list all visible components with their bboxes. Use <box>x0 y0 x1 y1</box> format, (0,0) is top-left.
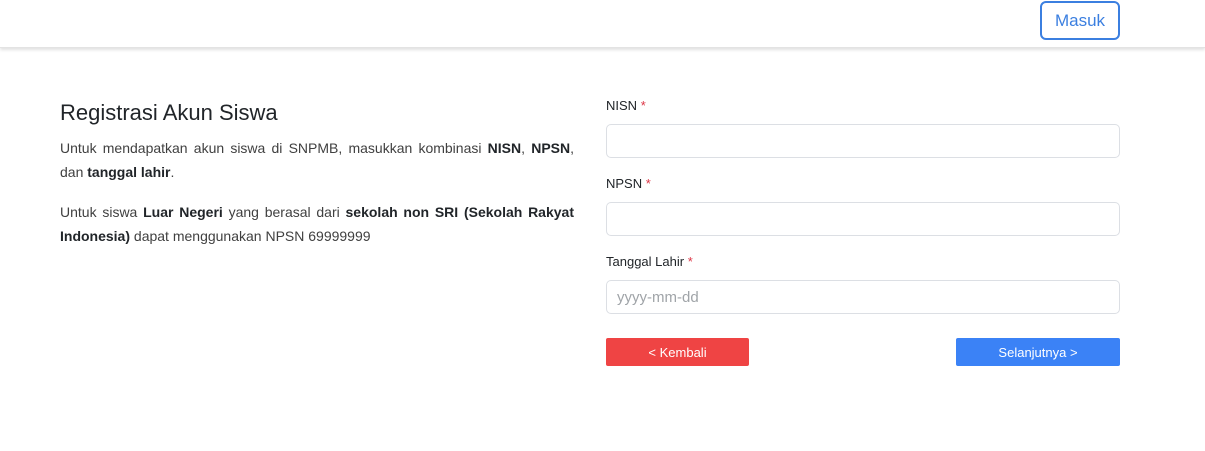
next-button[interactable]: Selanjutnya > <box>956 338 1120 366</box>
npsn-label-text: NPSN <box>606 176 643 191</box>
desc-text: Untuk mendapatkan akun siswa di SNPMB, m… <box>60 140 488 156</box>
note-bold-foreign: Luar Negeri <box>143 204 223 220</box>
required-mark: * <box>645 176 651 191</box>
npsn-input[interactable] <box>606 202 1120 236</box>
form-actions: < Kembali Selanjutnya > <box>606 338 1120 366</box>
note-text: dapat menggunakan NPSN 69999999 <box>130 228 371 244</box>
nisn-label: NISN * <box>606 97 1120 114</box>
desc-bold-nisn: NISN <box>487 140 522 156</box>
dob-label-text: Tanggal Lahir <box>606 254 685 269</box>
foreign-student-note: Untuk siswa Luar Negeri yang berasal dar… <box>60 200 574 248</box>
back-button[interactable]: < Kembali <box>606 338 749 366</box>
dob-label: Tanggal Lahir * <box>606 253 1120 270</box>
required-mark: * <box>687 254 693 269</box>
top-navbar: Masuk <box>0 0 1205 48</box>
nisn-group: NISN * <box>606 97 1120 175</box>
nisn-input[interactable] <box>606 124 1120 158</box>
desc-bold-npsn: NPSN <box>531 140 571 156</box>
note-text: yang berasal dari <box>222 204 346 220</box>
login-button[interactable]: Masuk <box>1040 1 1120 40</box>
npsn-label: NPSN * <box>606 175 1120 192</box>
nisn-label-text: NISN <box>606 98 638 113</box>
dob-input[interactable] <box>606 280 1120 314</box>
npsn-group: NPSN * <box>606 175 1120 253</box>
intro-description: Untuk mendapatkan akun siswa di SNPMB, m… <box>60 136 574 184</box>
desc-text: , <box>521 140 532 156</box>
intro-section: Registrasi Akun Siswa Untuk mendapatkan … <box>60 96 574 248</box>
note-text: Untuk siswa <box>60 204 144 220</box>
page-title: Registrasi Akun Siswa <box>60 100 278 125</box>
required-mark: * <box>640 98 646 113</box>
dob-group: Tanggal Lahir * <box>606 253 1120 331</box>
desc-text: . <box>170 164 175 180</box>
desc-bold-dob: tanggal lahir <box>87 164 171 180</box>
registration-form: NISN * NPSN * Tanggal Lahir * <box>606 97 1120 331</box>
